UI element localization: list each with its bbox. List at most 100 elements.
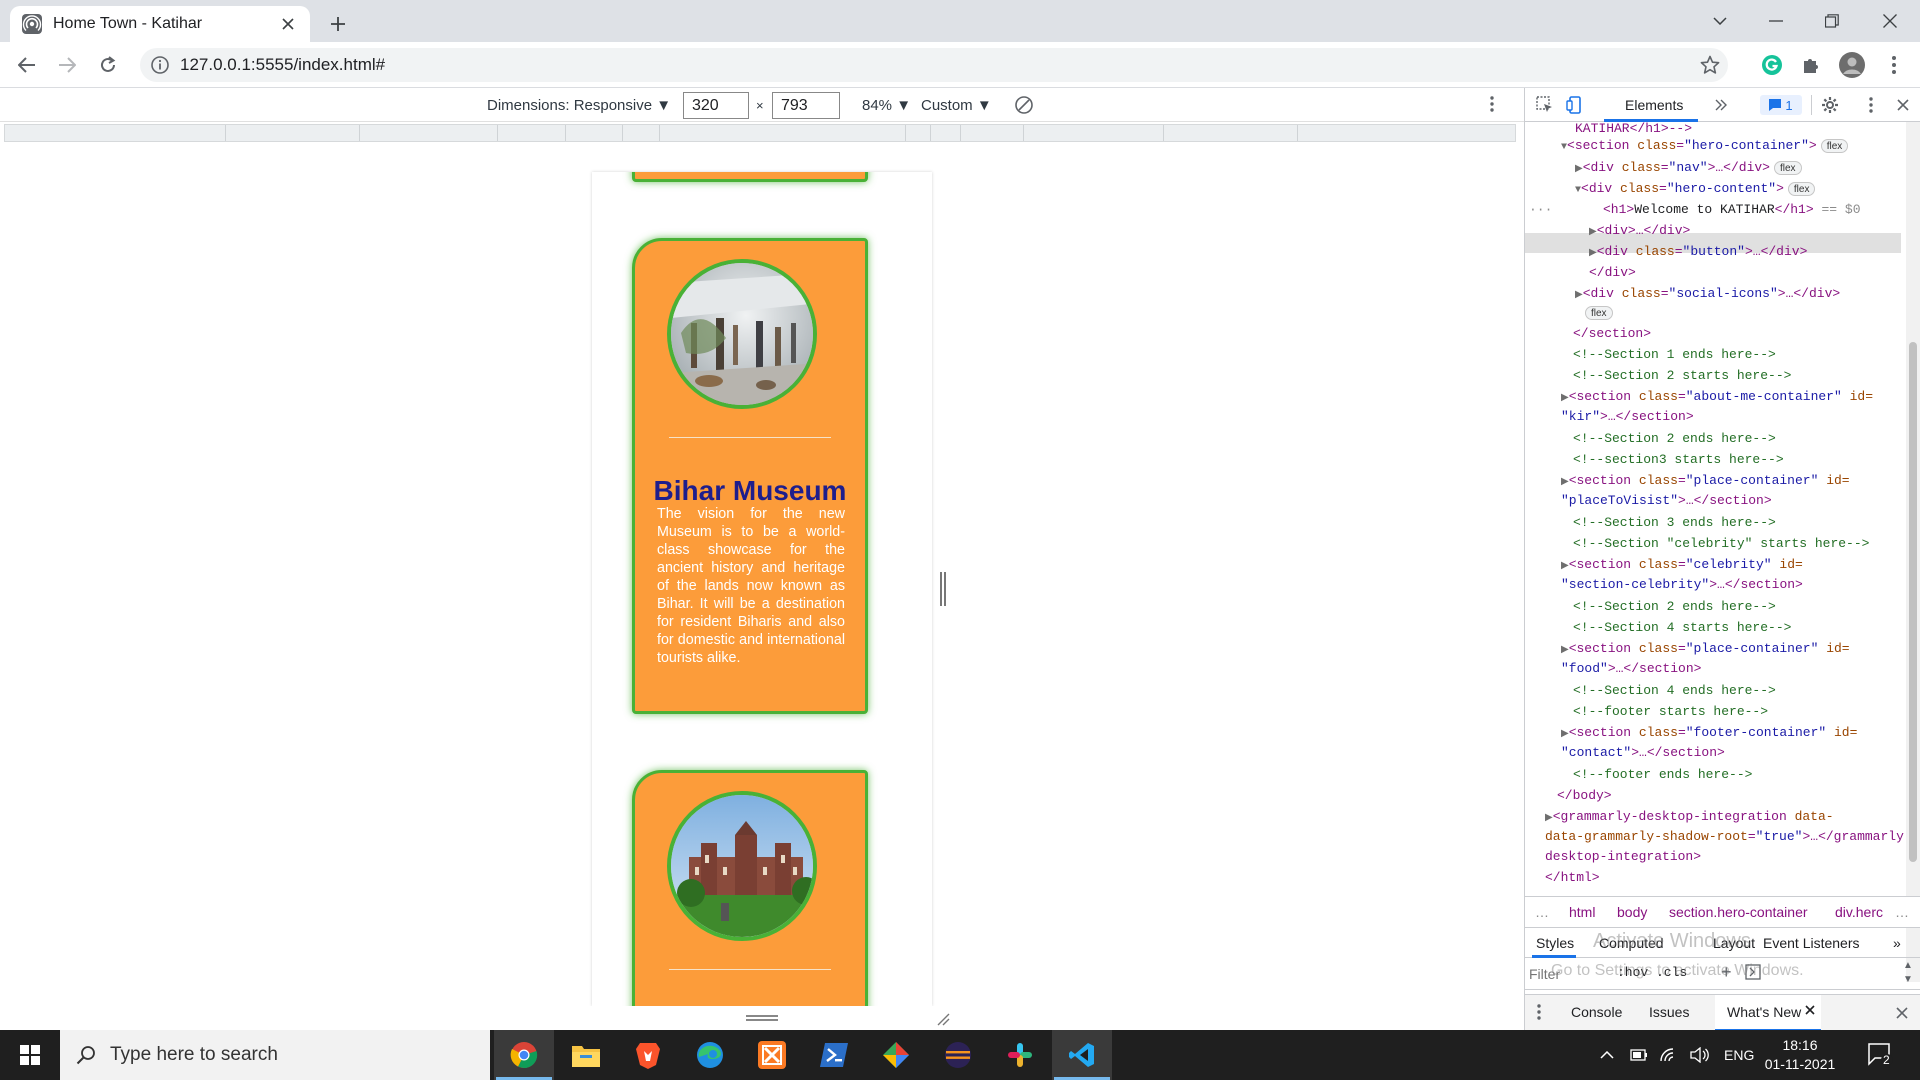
site-info-icon[interactable] [150, 55, 170, 75]
media-query-ruler[interactable] [4, 124, 1516, 142]
dom-comment[interactable]: <!--footer starts here--> [1573, 703, 1768, 720]
extensions-puzzle-icon[interactable] [1797, 51, 1825, 79]
taskbar-file-explorer-icon[interactable] [556, 1030, 616, 1080]
bottom-resize-handle[interactable] [746, 1015, 778, 1021]
breadcrumb-overflow[interactable]: … [1535, 904, 1549, 920]
volume-icon[interactable] [1690, 1030, 1710, 1080]
breadcrumb-item[interactable]: html [1569, 904, 1595, 920]
dom-comment[interactable]: <!--Section "celebrity" starts here--> [1573, 535, 1869, 552]
tab-event-listeners[interactable]: Event Listeners [1763, 935, 1860, 951]
expand-triangle-icon[interactable]: ▶ [1575, 290, 1583, 301]
dom-line[interactable]: "kir">…</section> [1561, 408, 1694, 425]
scrollbar-thumb[interactable] [1909, 342, 1917, 862]
dom-line[interactable]: ▶<section class="footer-container" id= [1561, 724, 1857, 741]
language-indicator[interactable]: ENG [1724, 1030, 1754, 1080]
taskbar-search-box[interactable]: Type here to search [60, 1030, 490, 1080]
profile-avatar-icon[interactable] [1838, 51, 1866, 79]
taskbar-xampp-icon[interactable] [742, 1030, 802, 1080]
dom-line[interactable]: </div> [1589, 264, 1636, 281]
tab-styles[interactable]: Styles [1536, 935, 1574, 951]
drawer-menu-icon[interactable] [1537, 1004, 1541, 1020]
rotate-icon[interactable] [1014, 95, 1034, 115]
minimize-icon[interactable] [1748, 0, 1804, 42]
dom-line[interactable]: ▶<div class="button">…</div> [1589, 243, 1807, 260]
dom-line[interactable]: </body> [1557, 787, 1612, 804]
tab-elements[interactable]: Elements [1625, 97, 1683, 113]
dom-line[interactable]: ▶<grammarly-desktop-integration data- [1545, 808, 1834, 825]
dom-line[interactable]: </html> [1545, 869, 1600, 886]
dom-line[interactable]: </section> [1573, 325, 1651, 342]
flex-badge[interactable]: flex [1773, 160, 1802, 175]
flex-badge[interactable]: flex [1820, 138, 1849, 153]
settings-gear-icon[interactable] [1811, 95, 1839, 115]
dom-line[interactable]: ▶<section class="place-container" id= [1561, 472, 1850, 489]
dom-line[interactable]: "section-celebrity">…</section> [1561, 576, 1803, 593]
expand-triangle-icon[interactable]: ▶ [1589, 227, 1597, 238]
taskbar-slack-icon[interactable] [990, 1030, 1050, 1080]
dom-tree[interactable]: KATIHAR</h1>--> ▼<section class="hero-co… [1525, 122, 1920, 982]
breadcrumb-item[interactable]: body [1617, 904, 1647, 920]
dom-line[interactable]: ▶<div class="social-icons">…</div> [1575, 285, 1840, 302]
drawer-tab-whats-new[interactable]: What's New [1715, 995, 1821, 1031]
dom-line[interactable]: ▶<div class="nav">…</div> flex [1575, 159, 1802, 176]
close-window-icon[interactable] [1862, 0, 1918, 42]
drawer-tab-console[interactable]: Console [1571, 1004, 1622, 1020]
device-toggle-icon[interactable] [1565, 95, 1585, 115]
battery-icon[interactable] [1630, 1030, 1648, 1080]
drawer-tab-issues[interactable]: Issues [1649, 1004, 1689, 1020]
dom-comment[interactable]: <!--Section 2 starts here--> [1573, 367, 1791, 384]
device-more-options-icon[interactable] [1490, 96, 1494, 112]
flex-badge[interactable]: flex [1585, 305, 1613, 320]
taskbar-eclipse-icon[interactable] [928, 1030, 988, 1080]
flex-badge[interactable]: flex [1787, 181, 1816, 196]
close-tab-icon[interactable] [278, 14, 298, 34]
back-arrow-icon[interactable] [13, 51, 41, 79]
taskbar-powershell-icon[interactable] [804, 1030, 864, 1080]
dom-comment[interactable]: <!--Section 4 ends here--> [1573, 682, 1776, 699]
expand-triangle-icon[interactable]: ▶ [1561, 729, 1569, 740]
issues-counter[interactable]: 1 [1760, 95, 1802, 115]
windows-start-icon[interactable] [0, 1030, 60, 1080]
taskbar-chrome-icon[interactable] [494, 1030, 554, 1080]
taskbar-brave-icon[interactable] [618, 1030, 678, 1080]
devtools-menu-icon[interactable] [1861, 95, 1881, 115]
grammarly-extension-icon[interactable] [1758, 51, 1786, 79]
dom-scrollbar[interactable] [1906, 122, 1920, 982]
dom-line[interactable]: ▶<div>…</div> [1589, 222, 1690, 239]
dom-line[interactable]: KATIHAR</h1>--> [1575, 122, 1692, 137]
reload-icon[interactable] [94, 51, 122, 79]
breadcrumb-item[interactable]: section.hero-container [1669, 904, 1808, 920]
dom-line[interactable]: desktop-integration> [1545, 848, 1701, 865]
dom-line[interactable]: ▼<div class="hero-content"> flex [1575, 180, 1816, 197]
scroll-up-icon[interactable]: ▲ [1903, 960, 1913, 971]
restore-icon[interactable] [1804, 0, 1860, 42]
taskbar-clock[interactable]: 18:16 01-11-2021 [1762, 1036, 1838, 1074]
inspect-element-icon[interactable] [1535, 95, 1555, 115]
close-drawer-tab-icon[interactable] [1805, 1005, 1815, 1015]
dom-line[interactable]: "placeToVisist">…</section> [1561, 492, 1772, 509]
taskbar-vscode-icon[interactable] [1052, 1030, 1112, 1080]
scroll-down-icon[interactable]: ▼ [1903, 974, 1913, 985]
corner-resize-icon[interactable] [934, 1010, 950, 1026]
viewport-height-input[interactable] [772, 92, 840, 119]
dom-line[interactable]: flex [1581, 304, 1613, 321]
dom-line-ellipsis[interactable]: ··· [1529, 201, 1552, 218]
expand-triangle-icon[interactable]: ▶ [1545, 813, 1553, 824]
address-bar[interactable]: 127.0.0.1:5555/index.html# [140, 48, 1728, 82]
dom-comment[interactable]: <!--Section 4 starts here--> [1573, 619, 1791, 636]
tab-search-chevron-icon[interactable] [1692, 0, 1748, 42]
taskbar-edge-icon[interactable] [680, 1030, 740, 1080]
dom-comment[interactable]: <!--Section 1 ends here--> [1573, 346, 1776, 363]
dom-comment[interactable]: <!--Section 3 ends here--> [1573, 514, 1776, 531]
zoom-dropdown[interactable]: 84% ▼ [862, 97, 911, 114]
breadcrumb-overflow[interactable]: … [1895, 904, 1909, 920]
right-resize-handle[interactable] [940, 572, 946, 606]
viewport-width-input[interactable] [683, 92, 749, 119]
browser-tab[interactable]: Home Town - Katihar [10, 6, 310, 42]
dom-line[interactable]: ▶<section class="place-container" id= [1561, 640, 1850, 657]
expand-triangle-icon[interactable]: ▶ [1589, 248, 1597, 259]
close-devtools-icon[interactable] [1893, 95, 1913, 115]
notification-center-icon[interactable]: 2 [1868, 1030, 1894, 1080]
chrome-menu-icon[interactable] [1880, 51, 1908, 79]
throttle-dropdown[interactable]: Custom ▼ [921, 97, 992, 114]
